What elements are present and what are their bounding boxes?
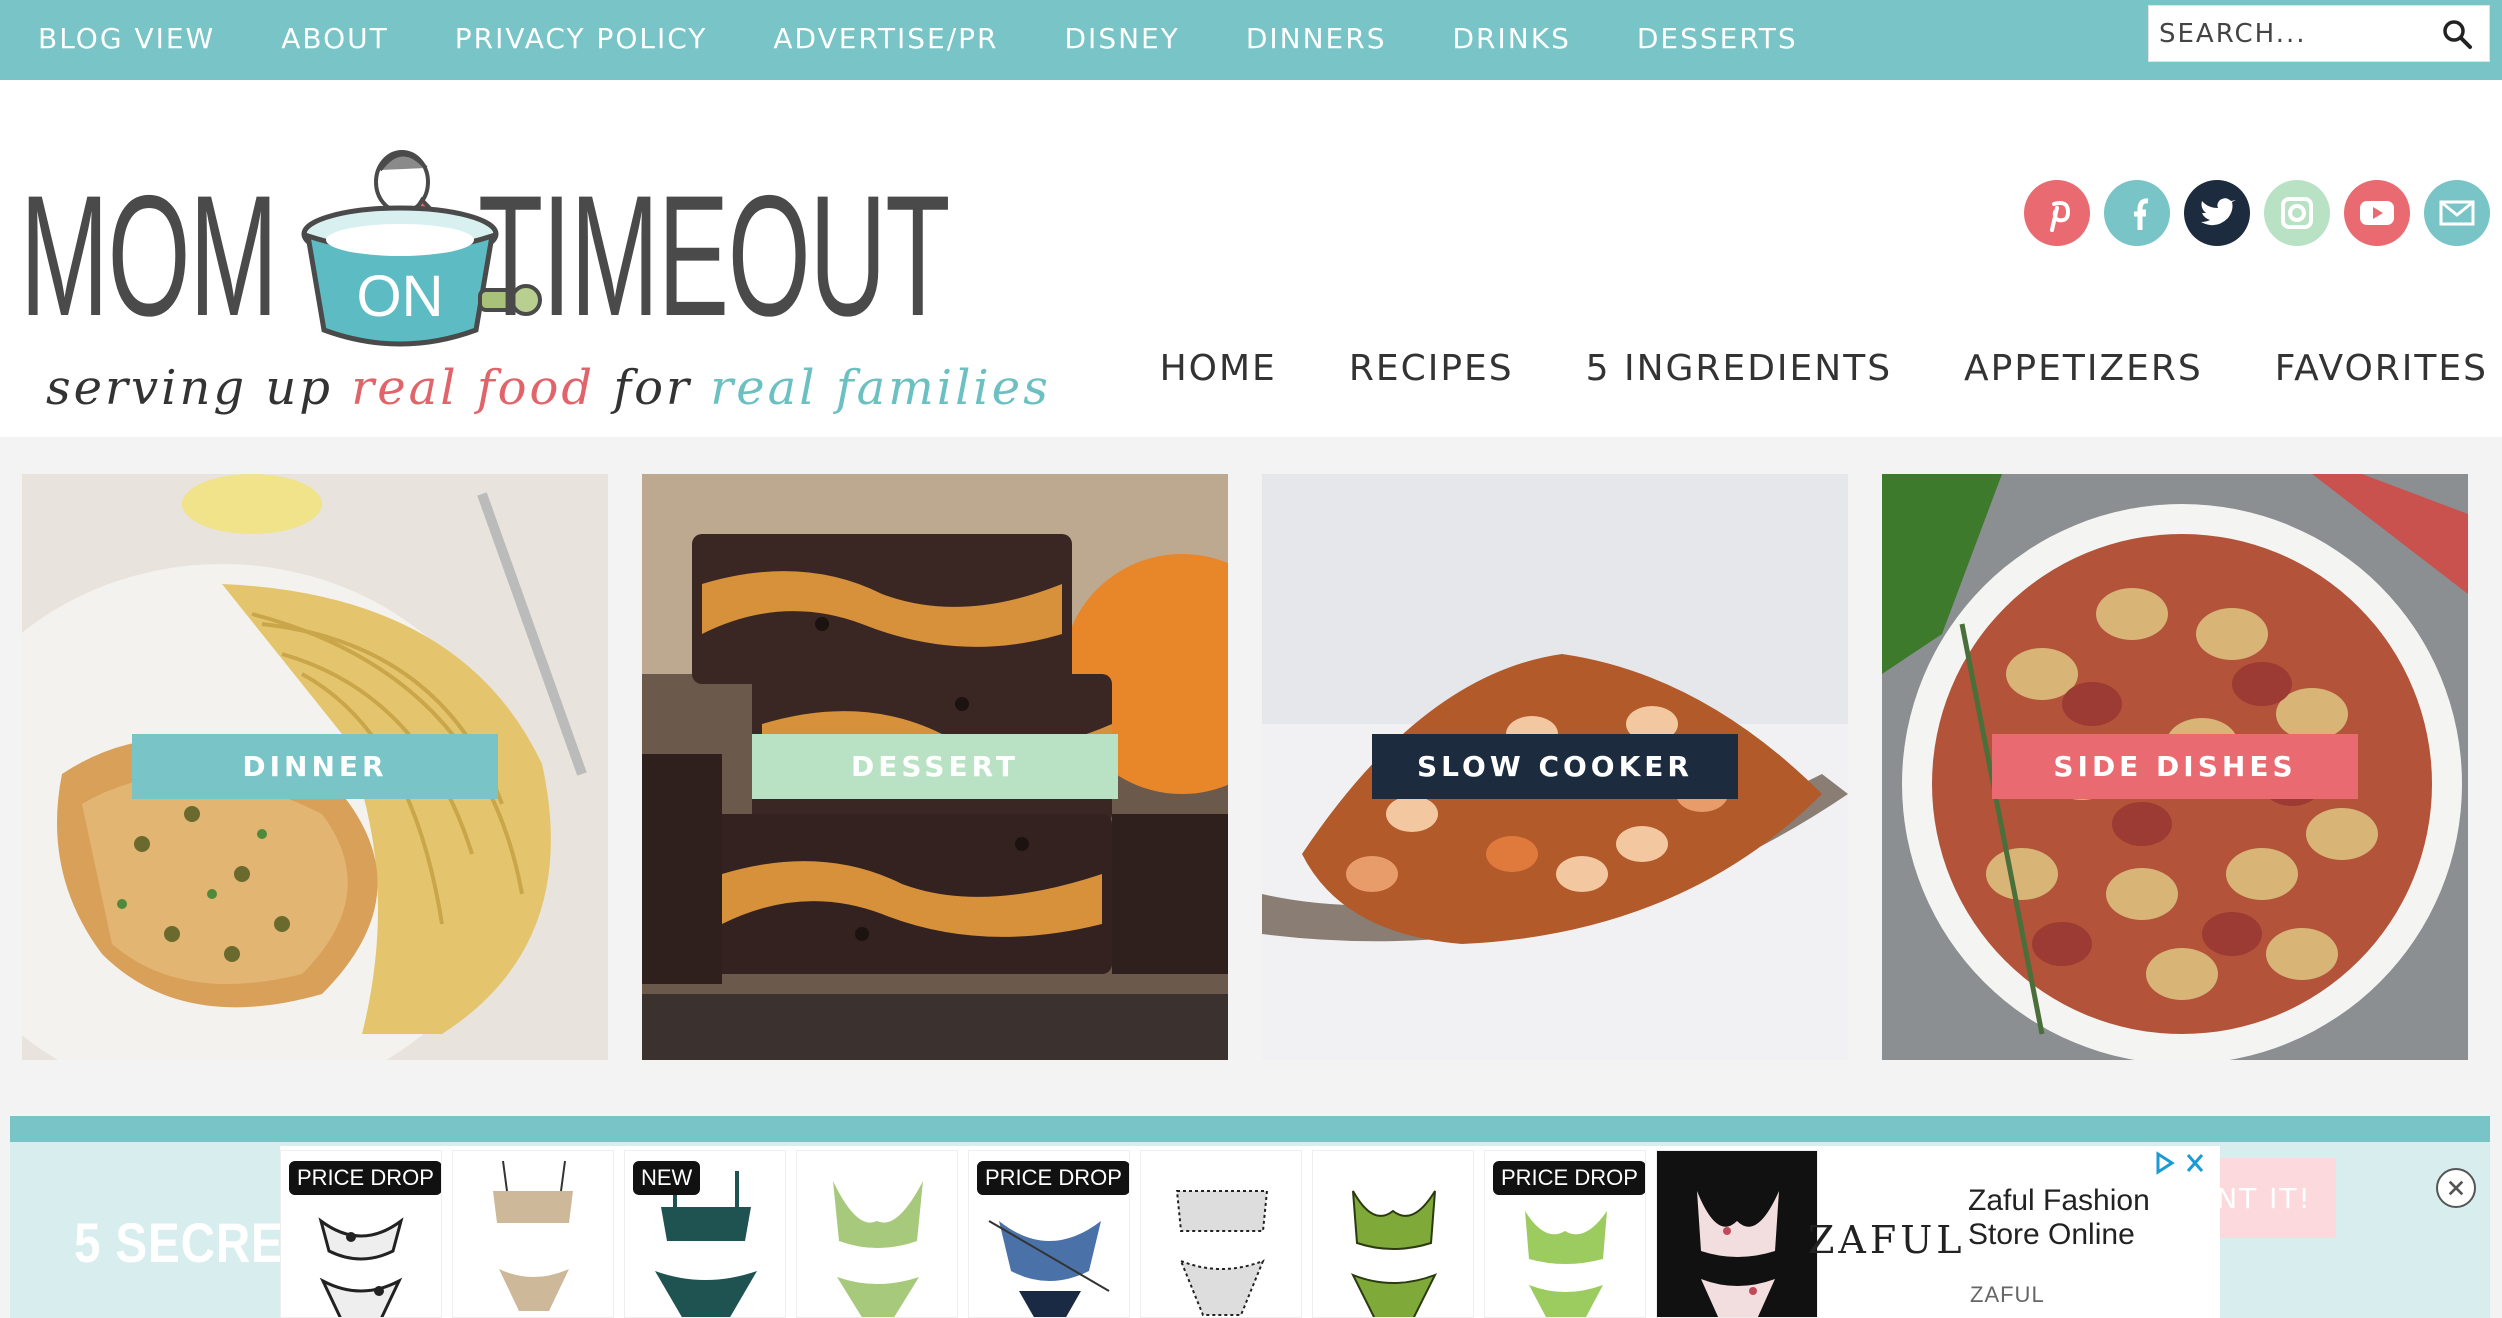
- site-tagline: serving up real food for real families: [46, 360, 1051, 416]
- category-card-side-dishes[interactable]: SIDE DISHES: [1882, 474, 2468, 1060]
- category-label-slow-cooker[interactable]: SLOW COOKER: [1372, 734, 1738, 799]
- search-box: [2148, 5, 2490, 62]
- search-input[interactable]: [2149, 6, 2419, 61]
- youtube-icon[interactable]: [2344, 180, 2410, 246]
- bikini-image: [1175, 1190, 1269, 1316]
- ad-product-5[interactable]: PRICE DROP: [968, 1150, 1130, 1318]
- top-nav: BLOG VIEW ABOUT PRIVACY POLICY ADVERTISE…: [38, 0, 1864, 76]
- topnav-drinks[interactable]: DRINKS: [1452, 22, 1570, 55]
- ad-title[interactable]: Zaful Fashion Store Online: [1968, 1184, 2188, 1252]
- social-links: [2024, 180, 2502, 246]
- ad-badge: PRICE DROP: [289, 1161, 441, 1195]
- top-bar: BLOG VIEW ABOUT PRIVACY POLICY ADVERTISE…: [0, 0, 2502, 80]
- nav-home[interactable]: HOME: [1160, 348, 1277, 389]
- bikini-image: [1350, 1190, 1438, 1317]
- ad-product-1[interactable]: PRICE DROP: [280, 1150, 442, 1318]
- site-logo[interactable]: MOM ON TIMEOUT serving up real food for …: [20, 110, 1048, 416]
- promo-headline: 5 SECRET: [74, 1211, 314, 1274]
- category-label-side-dishes[interactable]: SIDE DISHES: [1992, 734, 2358, 799]
- ad-source: ZAFUL: [1970, 1282, 2045, 1307]
- category-card-slow-cooker[interactable]: SLOW COOKER: [1262, 474, 1848, 1060]
- logo-word-on: ON: [357, 264, 444, 329]
- topnav-blog-view[interactable]: BLOG VIEW: [38, 22, 215, 55]
- logo-word-timeout: TIMEOUT: [478, 160, 950, 352]
- ad-choices-icon[interactable]: [2154, 1150, 2210, 1176]
- category-label-dessert[interactable]: DESSERT: [752, 734, 1118, 799]
- advertisement-banner[interactable]: PRICE DROP NEW PRICE DROP PRICE DROP ZAF…: [280, 1146, 2220, 1318]
- bikini-image: [493, 1160, 573, 1311]
- ad-brand-logo[interactable]: ZAFUL: [1808, 1218, 1965, 1262]
- ad-badge: NEW: [633, 1161, 701, 1195]
- nav-favorites[interactable]: FAVORITES: [2275, 348, 2488, 389]
- topnav-disney[interactable]: DISNEY: [1065, 22, 1180, 55]
- bikini-image: [1671, 1151, 1805, 1317]
- ad-product-9[interactable]: [1656, 1150, 1818, 1318]
- site-header: MOM ON TIMEOUT serving up real food for …: [0, 80, 2502, 437]
- topnav-privacy-policy[interactable]: PRIVACY POLICY: [455, 22, 708, 55]
- facebook-icon[interactable]: [2104, 180, 2170, 246]
- category-label-dinner[interactable]: DINNER: [132, 734, 498, 799]
- category-card-dessert[interactable]: DESSERT: [642, 474, 1228, 1060]
- instagram-icon[interactable]: [2264, 180, 2330, 246]
- ad-product-8[interactable]: PRICE DROP: [1484, 1150, 1646, 1318]
- nav-5-ingredients[interactable]: 5 INGREDIENTS: [1586, 348, 1892, 389]
- category-card-dinner[interactable]: DINNER: [22, 474, 608, 1060]
- topnav-dinners[interactable]: DINNERS: [1246, 22, 1387, 55]
- ad-product-3[interactable]: NEW: [624, 1150, 786, 1318]
- promo-band-top: [10, 1116, 2490, 1142]
- twitter-icon[interactable]: [2184, 180, 2250, 246]
- topnav-about[interactable]: ABOUT: [281, 22, 389, 55]
- category-cards: DINNER DESSERT SLOW COOKER SIDE DISHES: [22, 474, 2482, 1060]
- nav-recipes[interactable]: RECIPES: [1349, 348, 1514, 389]
- email-icon[interactable]: [2424, 180, 2490, 246]
- ad-badge: PRICE DROP: [977, 1161, 1129, 1195]
- ad-product-4[interactable]: [796, 1150, 958, 1318]
- search-icon[interactable]: [2441, 18, 2473, 50]
- bikini-image: [833, 1181, 923, 1317]
- pinterest-icon[interactable]: [2024, 180, 2090, 246]
- ad-product-2[interactable]: [452, 1150, 614, 1318]
- close-icon[interactable]: [2436, 1168, 2476, 1208]
- main-nav: HOME RECIPES 5 INGREDIENTS APPETIZERS FA…: [1088, 348, 2488, 389]
- ad-badge: PRICE DROP: [1493, 1161, 1645, 1195]
- nav-appetizers[interactable]: APPETIZERS: [1964, 348, 2203, 389]
- logo-word-mom: MOM: [20, 160, 278, 352]
- topnav-desserts[interactable]: DESSERTS: [1637, 22, 1798, 55]
- ad-product-7[interactable]: [1312, 1150, 1474, 1318]
- topnav-advertise[interactable]: ADVERTISE/PR: [773, 22, 998, 55]
- ad-product-6[interactable]: [1140, 1150, 1302, 1318]
